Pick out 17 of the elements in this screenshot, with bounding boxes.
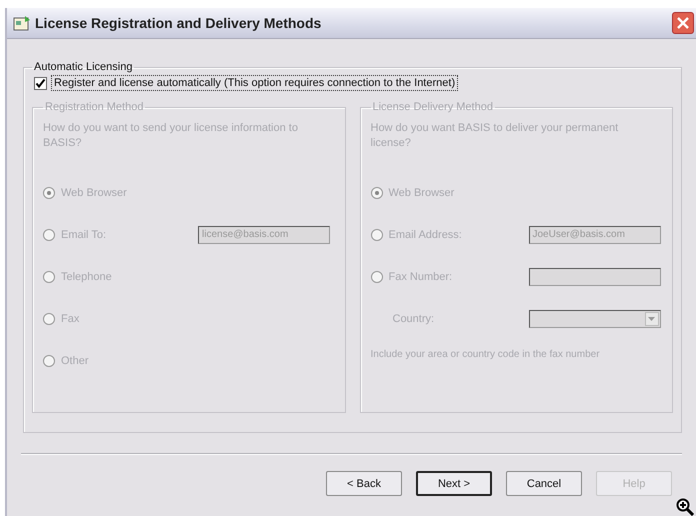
hint-text: Include your area or country code in the fax number [370, 349, 601, 360]
window-title: License Registration and Delivery Methods [35, 15, 322, 31]
prompt-text: How do you want to send your license information to BASIS? [43, 121, 299, 151]
dialog-button[interactable]: < Back [326, 471, 402, 496]
close-icon[interactable] [676, 16, 690, 30]
zoom-in-icon[interactable] [676, 498, 694, 516]
group-label: License Delivery Method [372, 101, 494, 113]
dialog-button[interactable]: Next > [416, 471, 492, 496]
close-button[interactable] [672, 12, 694, 34]
field-label: Country: [392, 313, 434, 325]
group-label: Registration Method [44, 101, 144, 113]
checkbox[interactable] [34, 76, 47, 90]
group-label: Automatic Licensing [33, 61, 134, 73]
prompt-text: How do you want BASIS to deliver your permanent license? [370, 121, 620, 151]
dialog-button[interactable]: Cancel [506, 471, 582, 496]
window-icon [13, 15, 31, 31]
checkbox-label[interactable]: Register and license automatically (This option requires connection to the Internet) [51, 75, 458, 91]
